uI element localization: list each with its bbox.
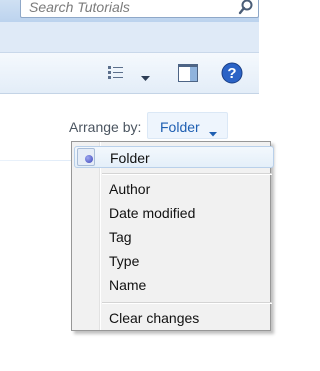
menu-item-label: Name — [109, 277, 147, 293]
menu-item-type[interactable]: Type — [74, 250, 274, 272]
preview-pane-icon[interactable] — [178, 64, 198, 87]
menu-item-label: Folder — [110, 150, 150, 166]
menu-item-name[interactable]: Name — [74, 274, 274, 296]
menu-item-label: Author — [109, 181, 151, 197]
search-placeholder: Search Tutorials — [29, 0, 130, 15]
radio-box — [77, 148, 95, 166]
views-icon[interactable] — [106, 65, 128, 86]
menu-item-folder[interactable]: Folder — [74, 146, 274, 168]
menu-separator — [102, 302, 272, 304]
arrange-by-menu: Folder Author Date modified Tag Type Nam… — [71, 141, 274, 331]
arrange-by-button[interactable]: Folder — [147, 112, 228, 139]
arrange-by-value: Folder — [160, 119, 200, 135]
chevron-down-icon — [209, 124, 217, 142]
help-glyph: ? — [227, 65, 236, 82]
menu-item-date-modified[interactable]: Date modified — [74, 202, 274, 224]
radio-selected-icon — [85, 155, 93, 163]
menu-item-label: Date modified — [109, 205, 196, 221]
menu-separator — [102, 173, 272, 175]
search-icon[interactable] — [238, 0, 254, 20]
menu-item-label: Clear changes — [109, 310, 200, 326]
menu-item-author[interactable]: Author — [74, 178, 274, 200]
menu-item-label: Tag — [109, 229, 132, 245]
search-input[interactable]: Search Tutorials — [20, 0, 259, 18]
menu-item-clear-changes[interactable]: Clear changes — [74, 307, 274, 329]
help-icon[interactable]: ? — [221, 62, 243, 89]
chevron-down-icon[interactable] — [141, 69, 150, 87]
search-strip: Search Tutorials — [0, 0, 259, 22]
arrange-by-label: Arrange by: — [69, 119, 142, 135]
menu-item-label: Type — [109, 253, 140, 269]
menu-item-tag[interactable]: Tag — [74, 226, 274, 248]
address-area — [0, 22, 259, 52]
command-bar: ? — [0, 52, 259, 94]
